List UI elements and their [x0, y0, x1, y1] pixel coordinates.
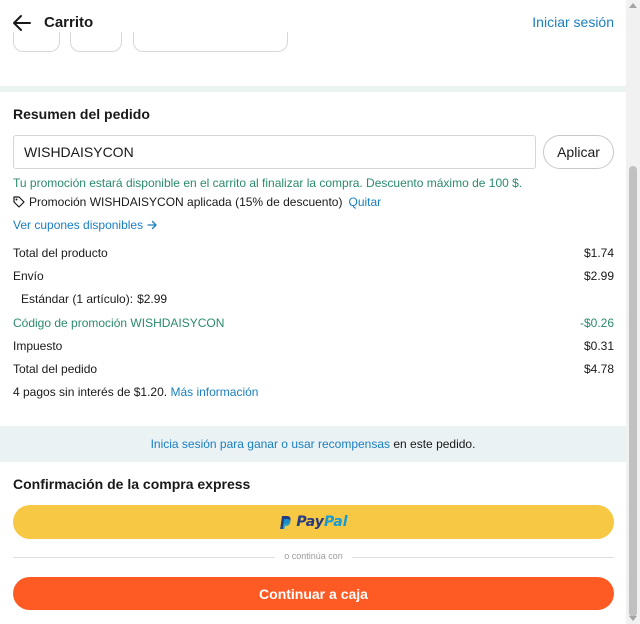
installments-info: 4 pagos sin interés de $1.20. Más inform…	[13, 385, 258, 399]
order-summary-title: Resumen del pedido	[13, 106, 150, 122]
row-label: Total del producto	[13, 246, 108, 260]
product-total-row: Total del producto $1.74	[13, 246, 614, 260]
row-label: Total del pedido	[13, 362, 98, 376]
remove-promo-link[interactable]: Quitar	[348, 195, 381, 209]
shipping-row: Envío $2.99	[13, 269, 614, 283]
row-label: Estándar (1 artículo):	[21, 292, 134, 306]
installments-text: 4 pagos sin interés de $1.20.	[13, 385, 168, 399]
more-info-link[interactable]: Más información	[170, 385, 258, 399]
rewards-signin-link[interactable]: Inicia sesión para ganar o usar recompen…	[151, 437, 390, 451]
or-separator: o continúa con	[13, 551, 614, 563]
row-value: -$0.26	[579, 316, 614, 330]
continue-to-checkout-button[interactable]: Continuar a caja	[13, 577, 614, 610]
scroll-down-arrow-icon[interactable]	[629, 616, 637, 621]
login-link[interactable]: Iniciar sesión	[532, 14, 614, 30]
paypal-icon	[280, 515, 291, 529]
promo-applied-text: Promoción WISHDAISYCON aplicada (15% de …	[29, 195, 343, 209]
apply-button[interactable]: Aplicar	[543, 135, 614, 169]
view-coupons-label: Ver cupones disponibles	[13, 218, 144, 232]
arrow-right-icon	[147, 220, 157, 230]
scroll-up-arrow-icon[interactable]	[629, 3, 637, 8]
tax-row: Impuesto $0.31	[13, 339, 614, 353]
row-value: $1.74	[583, 246, 614, 260]
back-arrow-icon[interactable]	[12, 13, 32, 33]
row-value: $2.99	[137, 292, 168, 306]
cart-page: Carrito Iniciar sesión Resumen del pedid…	[0, 0, 640, 624]
row-value: $0.31	[583, 339, 614, 353]
partial-chip[interactable]	[13, 32, 60, 52]
standard-shipping-row: Estándar (1 artículo): $2.99	[21, 292, 321, 306]
paypal-wordmark-pay: Pay	[296, 514, 324, 530]
promo-discount-row: Código de promoción WISHDAISYCON -$0.26	[13, 316, 614, 330]
row-label: Código de promoción WISHDAISYCON	[13, 316, 225, 330]
row-value: $2.99	[583, 269, 614, 283]
promo-applied: Promoción WISHDAISYCON aplicada (15% de …	[13, 195, 381, 209]
tag-icon	[13, 196, 25, 208]
row-value: $4.78	[583, 362, 614, 376]
promo-message: Tu promoción estará disponible en el car…	[13, 176, 523, 190]
view-coupons-link[interactable]: Ver cupones disponibles	[13, 218, 158, 232]
partial-chip[interactable]	[133, 32, 288, 52]
rewards-banner: Inicia sesión para ganar o usar recompen…	[0, 426, 626, 462]
order-total-row: Total del pedido $4.78	[13, 362, 614, 376]
section-divider	[0, 86, 626, 92]
express-checkout-title: Confirmación de la compra express	[13, 476, 251, 492]
rewards-suffix: en este pedido.	[390, 437, 476, 451]
promo-code-input[interactable]	[13, 135, 536, 169]
paypal-button[interactable]: Pay Pal	[13, 505, 614, 539]
page-title: Carrito	[44, 14, 94, 31]
row-label: Impuesto	[13, 339, 63, 353]
partial-chip[interactable]	[70, 32, 122, 52]
row-label: Envío	[13, 269, 44, 283]
or-continue-text: o continúa con	[284, 551, 343, 561]
paypal-wordmark-pal: Pal	[323, 514, 348, 530]
scrollbar-thumb[interactable]	[629, 166, 637, 617]
